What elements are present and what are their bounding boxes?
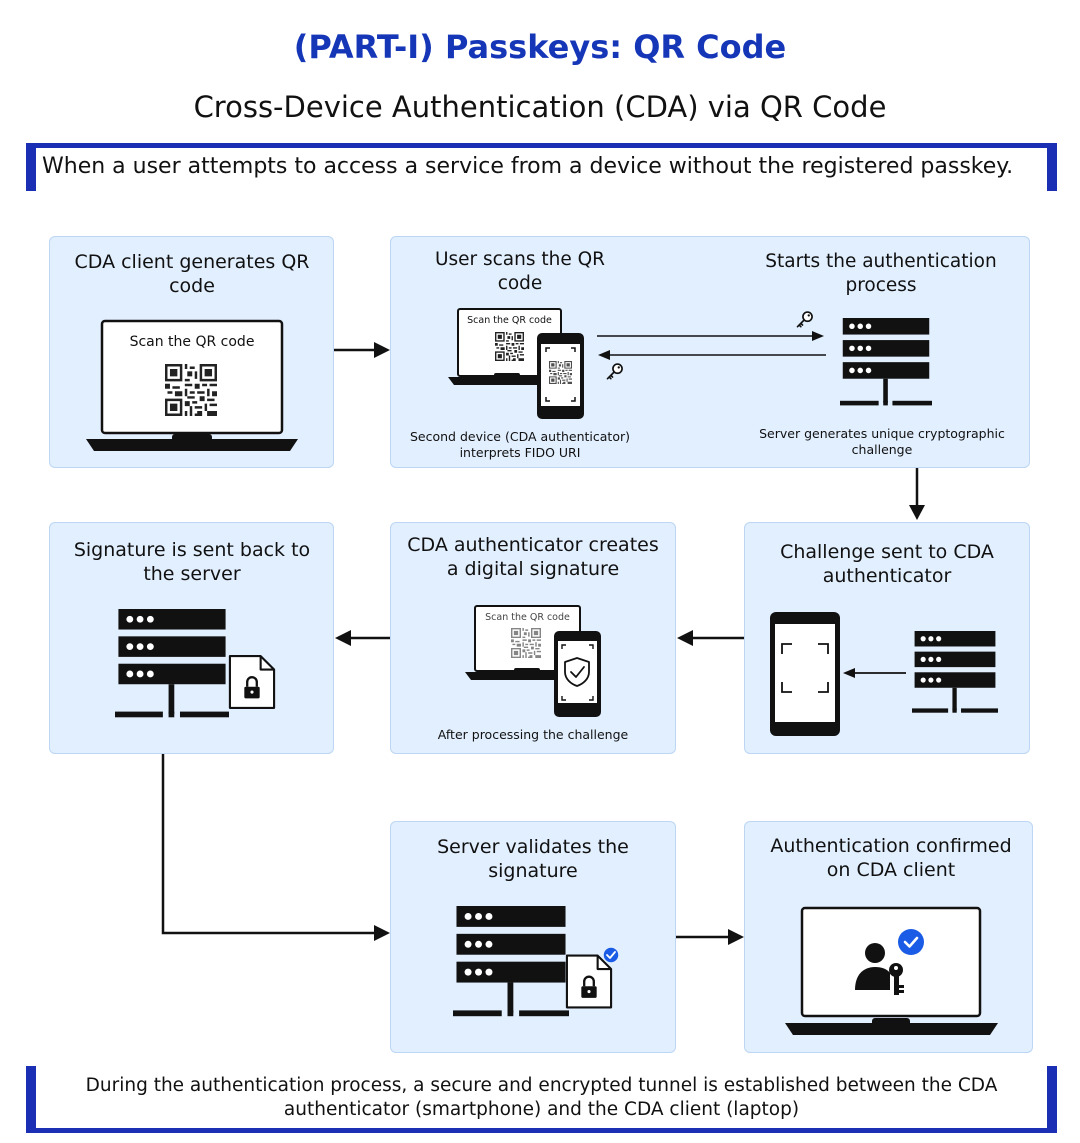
check-badge-icon — [898, 929, 924, 955]
footer-note: During the authentication process, a sec… — [26, 1066, 1057, 1133]
